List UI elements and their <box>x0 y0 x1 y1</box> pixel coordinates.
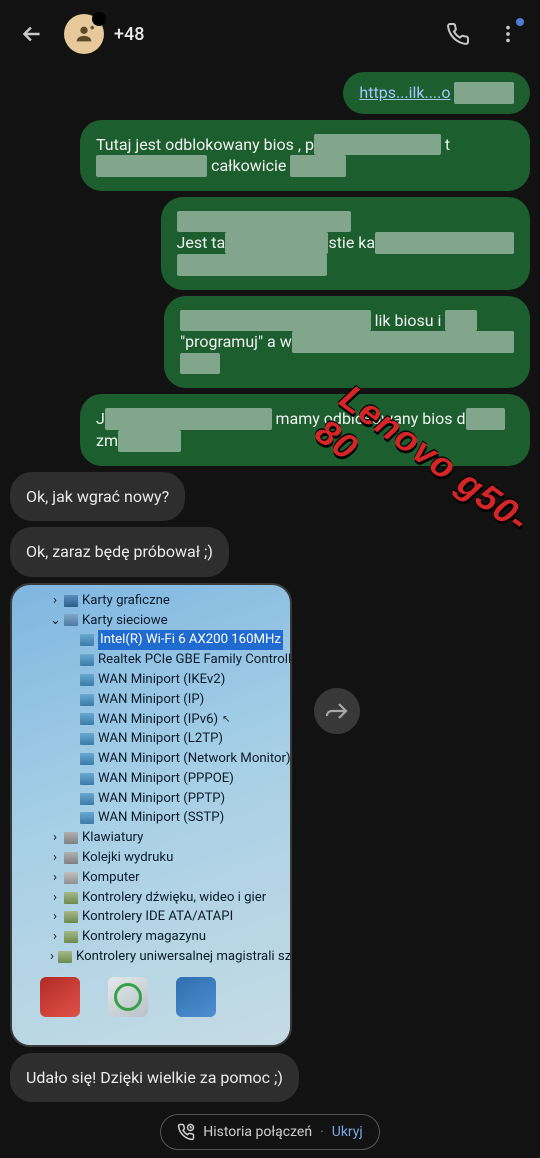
taskbar-icon <box>40 977 80 1017</box>
received-image-message[interactable]: ›Karty graficzne ⌄Karty sieciowe Intel(R… <box>10 583 292 1047</box>
sent-message[interactable]: Tutaj jest odblokowany bios , pxxx xxxxx… <box>80 120 530 191</box>
message-text: Udało się! Dzięki wielkie za pomoc ;) <box>26 1068 283 1087</box>
sent-message[interactable]: xxxxxxxxxxxxxxxxxxxxxx Jest taxxxxxxxxxx… <box>161 197 530 290</box>
call-button[interactable] <box>436 12 480 56</box>
call-history-chip[interactable]: Historia połączeń · Ukryj <box>160 1114 380 1150</box>
received-message[interactable]: Ok, zaraz będę próbował ;) <box>10 527 229 577</box>
link-text[interactable]: https...ilk....o <box>359 83 450 102</box>
taskbar-icon <box>108 977 148 1017</box>
chat-header: +48 <box>0 0 540 68</box>
contact-title[interactable]: +48 <box>114 24 426 45</box>
taskbar-icon <box>176 977 216 1017</box>
phone-history-icon <box>177 1123 195 1141</box>
hide-link[interactable]: Ukryj <box>332 1124 363 1140</box>
message-text: Ok, zaraz będę próbował ;) <box>26 542 213 561</box>
history-label: Historia połączeń <box>203 1124 312 1140</box>
received-message[interactable]: Ok, jak wgrać nowy? <box>10 472 185 522</box>
forward-button[interactable] <box>314 688 360 734</box>
messages-list: https...ilk....o xxxxx xx Tutaj jest odb… <box>0 68 540 1158</box>
sent-message[interactable]: xxxxxxxxxxxxxxxxxxxxxxxx lik biosu i xxx… <box>164 296 530 389</box>
avatar[interactable] <box>64 14 104 54</box>
message-text: Ok, jak wgrać nowy? <box>26 487 169 506</box>
sent-message-link[interactable]: https...ilk....o xxxxx xx <box>343 72 530 114</box>
back-button[interactable] <box>10 12 54 56</box>
device-manager-screenshot: ›Karty graficzne ⌄Karty sieciowe Intel(R… <box>10 583 292 1047</box>
more-options-button[interactable] <box>486 12 530 56</box>
received-message[interactable]: Udało się! Dzięki wielkie za pomoc ;) <box>10 1053 299 1103</box>
